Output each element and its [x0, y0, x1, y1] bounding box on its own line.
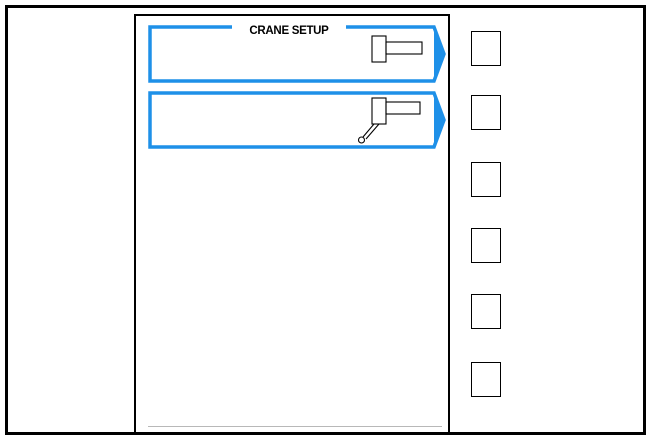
soft-key-6-button[interactable] [471, 362, 501, 397]
screen-bottom-divider [148, 426, 442, 427]
soft-key-3-button[interactable] [471, 162, 501, 197]
display-screen: CRANE SETUP [134, 14, 450, 434]
soft-key-5-button[interactable] [471, 294, 501, 329]
menu-item-crane-hook[interactable] [148, 90, 446, 150]
soft-key-1-button[interactable] [471, 31, 501, 66]
crane-boom-hook-icon [357, 97, 421, 144]
menu-item-crane-setup[interactable]: CRANE SETUP [148, 23, 446, 84]
crane-boom-icon [371, 35, 423, 63]
soft-key-2-button[interactable] [471, 95, 501, 130]
soft-key-4-button[interactable] [471, 228, 501, 263]
screen-title: CRANE SETUP [232, 23, 346, 43]
